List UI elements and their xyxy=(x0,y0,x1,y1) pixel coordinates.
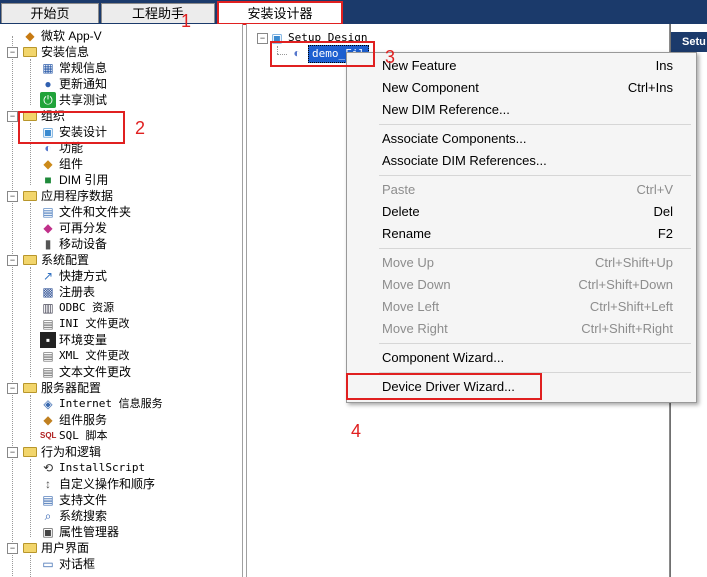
menu-item-move-down[interactable]: Move Down Ctrl+Shift+Down xyxy=(347,274,696,296)
appv-icon: ◆ xyxy=(25,29,35,43)
shortcut-icon: ↗ xyxy=(42,269,54,283)
mobile-icon: ▮ xyxy=(44,237,52,251)
annotation-box-setup-design xyxy=(18,111,125,144)
collapse-toggle-icon[interactable]: − xyxy=(7,543,18,554)
ini-icon: ▤ xyxy=(42,317,54,331)
grid-icon: ▦ xyxy=(42,61,54,75)
folder-icon xyxy=(22,540,38,556)
folder-icon xyxy=(22,380,38,396)
text-icon: ▤ xyxy=(42,365,54,379)
menu-item-move-right[interactable]: Move Right Ctrl+Shift+Right xyxy=(347,318,696,340)
folder-icon xyxy=(22,252,38,268)
annotation-box-device-driver-wizard xyxy=(346,373,542,400)
collapse-toggle-icon[interactable]: − xyxy=(7,383,18,394)
redist-icon: ◆ xyxy=(43,221,53,235)
collapse-toggle-icon[interactable]: − xyxy=(7,191,18,202)
collapse-toggle-icon[interactable]: − xyxy=(7,255,18,266)
collapse-toggle-icon[interactable]: − xyxy=(7,47,18,58)
collapse-toggle-icon[interactable]: − xyxy=(257,33,268,44)
annotation-step-2: 2 xyxy=(135,118,146,138)
menu-separator xyxy=(379,343,691,344)
menu-separator xyxy=(379,248,691,249)
xml-icon: ▤ xyxy=(42,349,54,363)
registry-icon: ▩ xyxy=(42,285,54,299)
tab-project-assistant[interactable]: 工程助手 xyxy=(101,3,215,23)
collapse-toggle-icon[interactable]: − xyxy=(7,111,18,122)
collapse-toggle-icon[interactable]: − xyxy=(7,447,18,458)
menu-item-component-wizard[interactable]: Component Wizard... xyxy=(347,347,696,369)
property-icon: ▣ xyxy=(42,525,54,539)
sql-icon: SQL xyxy=(40,431,57,440)
menu-item-delete[interactable]: Delete Del xyxy=(347,201,696,223)
context-menu: New Feature Ins New Component Ctrl+Ins N… xyxy=(346,52,697,403)
menu-item-rename[interactable]: Rename F2 xyxy=(347,223,696,245)
annotation-box-feature xyxy=(270,41,375,67)
annotation-step-1: 1 xyxy=(181,11,192,31)
menu-item-new-component[interactable]: New Component Ctrl+Ins xyxy=(347,77,696,99)
folder-icon xyxy=(22,44,38,60)
support-icon: ▤ xyxy=(42,493,54,507)
annotation-step-4: 4 xyxy=(351,421,362,441)
menu-item-associate-components[interactable]: Associate Components... xyxy=(347,128,696,150)
iis-icon: ◈ xyxy=(43,397,53,411)
update-icon: ● xyxy=(44,77,52,91)
tab-start-page[interactable]: 开始页 xyxy=(1,3,99,23)
annotation-step-3: 3 xyxy=(385,47,396,67)
dialog-icon: ▭ xyxy=(42,557,54,571)
tab-installation-designer[interactable]: 安装设计器 xyxy=(217,1,343,25)
odbc-icon: ▥ xyxy=(42,301,54,315)
file-icon: ▤ xyxy=(42,205,54,219)
folder-icon xyxy=(22,188,38,204)
menu-item-new-dim-reference[interactable]: New DIM Reference... xyxy=(347,99,696,121)
component-icon: ◆ xyxy=(43,157,53,171)
menu-item-move-left[interactable]: Move Left Ctrl+Shift+Left xyxy=(347,296,696,318)
search-icon: ⌕ xyxy=(44,509,52,523)
menu-item-move-up[interactable]: Move Up Ctrl+Shift+Up xyxy=(347,252,696,274)
menu-separator xyxy=(379,175,691,176)
help-pane-title: Setu xyxy=(671,32,707,52)
folder-icon xyxy=(22,444,38,460)
menu-item-new-feature[interactable]: New Feature Ins xyxy=(347,55,696,77)
tab-bar: 开始页 工程助手 安装设计器 xyxy=(0,0,707,25)
sequence-icon: ↕ xyxy=(45,477,51,491)
menu-separator xyxy=(379,124,691,125)
dim-icon: ■ xyxy=(44,173,52,187)
power-icon: ⏻ xyxy=(40,92,56,108)
menu-item-associate-dim-references[interactable]: Associate DIM References... xyxy=(347,150,696,172)
env-icon: ▪ xyxy=(40,332,56,348)
script-icon: ⟲ xyxy=(42,461,54,475)
installation-tree: ◆ 微软 App-V − 安装信息 ▦ 常规信息 ● 更新通知 ⏻ 共享测试 −… xyxy=(0,24,243,577)
menu-item-paste[interactable]: Paste Ctrl+V xyxy=(347,179,696,201)
component-services-icon: ◆ xyxy=(43,413,53,427)
